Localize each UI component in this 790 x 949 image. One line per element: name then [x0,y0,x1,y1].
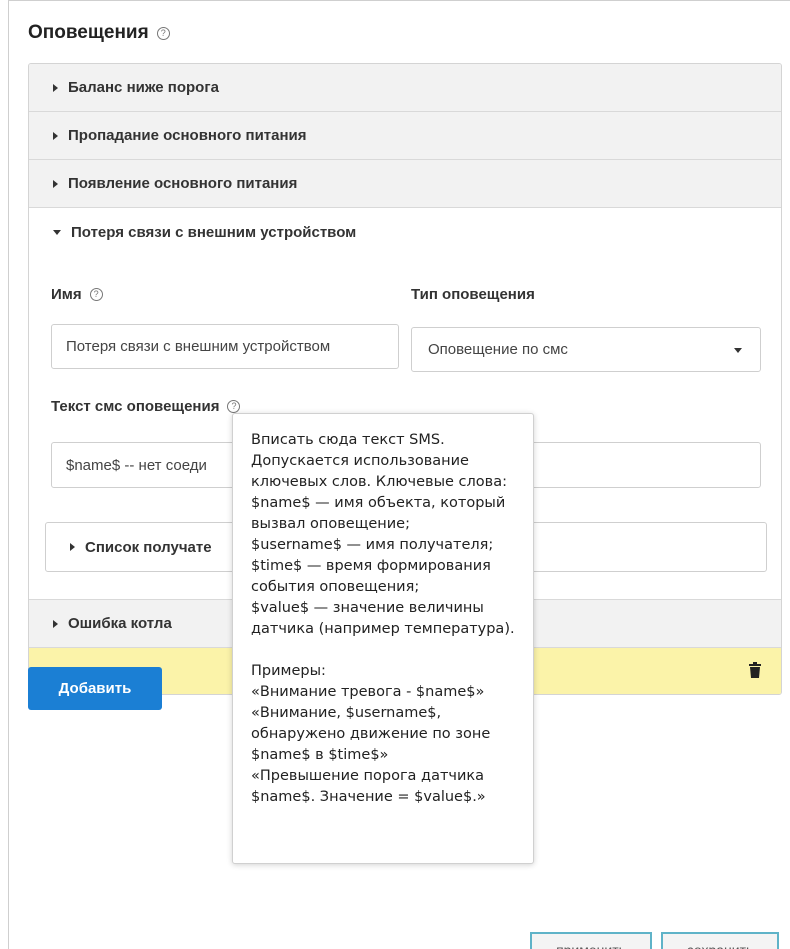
accordion-item-label: Ошибка котла [68,615,172,632]
caret-right-icon [53,131,58,140]
tooltip-line: $value$ — значение величины [251,600,484,616]
caret-right-icon [70,543,75,551]
accordion-item-power-restore[interactable]: Появление основного питания [29,160,781,208]
notification-type-value: Оповещение по смс [428,341,568,358]
accordion-item-label: Баланс ниже порога [68,79,219,96]
trash-icon[interactable] [749,662,761,678]
help-icon[interactable]: ? [227,400,241,413]
tooltip-line: события оповещения; [251,579,420,595]
type-label: Тип оповещения [411,286,535,303]
page-title-text: Оповещения [28,22,149,43]
recipients-label: Список получате [85,538,212,556]
tooltip-line: «Внимание тревога - $name$» [251,684,485,700]
tooltip-line: «Превышение порога датчика [251,768,485,784]
tooltip-line: «Внимание, $username$, [251,705,442,721]
tooltip-line: ключевых слов. Ключевые слова: [251,474,507,490]
tooltip-line: вызвал оповещение; [251,516,410,532]
accordion-item-device-link-lost[interactable]: Потеря связи с внешним устройством [29,208,781,256]
tooltip-line: Допускается использование [251,453,469,469]
name-label: Имя ? [51,286,103,303]
tooltip-line: датчика (например температура). [251,621,515,637]
add-button[interactable]: Добавить [28,667,162,710]
accordion-item-label: Появление основного питания [68,175,298,192]
accordion-item-balance[interactable]: Баланс ниже порога [29,64,781,112]
tooltip-line: $name$ — имя объекта, который [251,495,506,511]
caret-right-icon [53,179,58,188]
sms-text-label-text: Текст смс оповещения [51,398,220,415]
tooltip-line: $name$ в $time$» [251,747,389,763]
sms-help-tooltip: Вписать сюда текст SMS. Допускается испо… [232,413,534,864]
tooltip-spacer [251,640,519,661]
apply-button[interactable]: применить [530,932,652,949]
caret-right-icon [53,83,58,92]
accordion-item-power-loss[interactable]: Пропадание основного питания [29,112,781,160]
save-button[interactable]: сохранить [661,932,779,949]
notification-type-select[interactable]: Оповещение по смс [411,327,761,372]
accordion-item-label: Потеря связи с внешним устройством [71,223,357,241]
tooltip-line: $name$. Значение = $value$.» [251,789,486,805]
accordion-item-label: Пропадание основного питания [68,127,307,144]
page-title: Оповещения ? [28,22,170,44]
tooltip-line: $time$ — время формирования [251,558,491,574]
name-input[interactable]: Потеря связи с внешним устройством [51,324,399,369]
tooltip-line: обнаружено движение по зоне [251,726,491,742]
help-icon[interactable]: ? [89,288,103,301]
chevron-down-icon [734,348,742,353]
name-label-text: Имя [51,286,82,303]
tooltip-line: Примеры: [251,663,326,679]
caret-right-icon [53,619,58,628]
tooltip-line: $username$ — имя получателя; [251,537,494,553]
caret-down-icon [53,229,61,235]
tooltip-line: Вписать сюда текст SMS. [251,432,445,448]
help-icon[interactable]: ? [156,26,170,40]
sms-text-label: Текст смс оповещения ? [51,398,241,415]
